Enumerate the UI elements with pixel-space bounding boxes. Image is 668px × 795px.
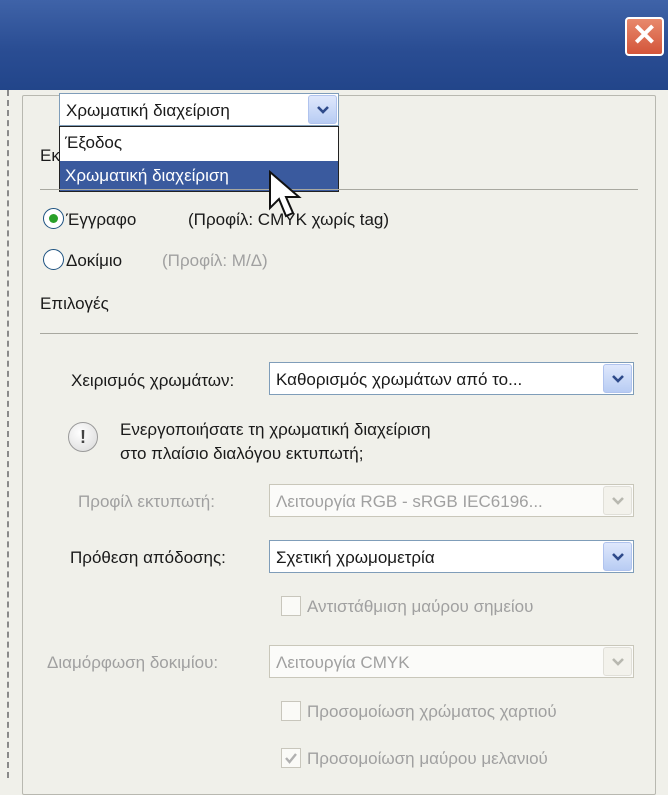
proof-setup-select[interactable]: Λειτουργία CMYK xyxy=(269,645,634,678)
divider xyxy=(40,189,638,190)
source-select[interactable]: Χρωματική διαχείριση xyxy=(59,93,339,126)
mouse-cursor-icon xyxy=(269,170,302,218)
rendering-intent-label: Πρόθεση απόδοσης: xyxy=(70,548,226,567)
black-point-checkbox[interactable] xyxy=(281,596,301,616)
printer-profile-select[interactable]: Λειτουργία RGB - sRGB IEC6196... xyxy=(269,484,634,517)
proof-radio-label[interactable]: Δοκίμιο xyxy=(66,251,122,271)
rendering-intent-select[interactable]: Σχετική χρωμομετρία xyxy=(269,540,634,573)
simulate-ink-checkbox[interactable] xyxy=(281,748,301,768)
dropdown-option-output[interactable]: Έξοδος xyxy=(60,128,338,158)
black-point-label[interactable]: Αντιστάθμιση μαύρου σημείου xyxy=(307,597,533,617)
source-select-value: Χρωματική διαχείριση xyxy=(66,101,230,120)
printer-profile-value: Λειτουργία RGB - sRGB IEC6196... xyxy=(276,492,543,511)
chevron-down-icon xyxy=(603,486,632,515)
color-handling-value: Καθορισμός χρωμάτων από το... xyxy=(276,370,523,389)
checkmark-icon xyxy=(285,753,297,764)
proof-setup-label: Διαμόρφωση δοκιμίου: xyxy=(47,653,219,672)
color-handling-select[interactable]: Καθορισμός χρωμάτων από το... xyxy=(269,362,634,395)
chevron-down-icon[interactable] xyxy=(603,542,632,571)
partial-section-label: Εκ xyxy=(40,146,60,165)
document-radio-label[interactable]: Έγγραφο xyxy=(66,210,136,230)
notice-line-1: Ενεργοποιήσατε τη χρωματική διαχείριση xyxy=(120,420,431,439)
close-icon[interactable]: ✕ xyxy=(625,17,664,56)
chevron-down-icon[interactable] xyxy=(308,95,337,124)
proof-profile-text: (Προφίλ: Μ/Δ) xyxy=(162,251,268,270)
title-bar: ✕ xyxy=(0,0,668,90)
document-radio[interactable] xyxy=(43,208,64,229)
chevron-down-icon xyxy=(603,647,632,676)
proof-radio[interactable] xyxy=(43,249,64,270)
simulate-paper-checkbox[interactable] xyxy=(281,701,301,721)
rendering-intent-value: Σχετική χρωμομετρία xyxy=(276,548,435,567)
options-heading: Επιλογές xyxy=(40,294,109,313)
color-handling-label: Χειρισμός χρωμάτων: xyxy=(71,371,235,390)
chevron-down-icon[interactable] xyxy=(603,364,632,393)
simulate-ink-label[interactable]: Προσομοίωση μαύρου μελανιού xyxy=(307,749,548,769)
info-icon: ! xyxy=(68,422,98,452)
notice-line-2: στο πλαίσιο διαλόγου εκτυπωτή; xyxy=(120,444,364,463)
proof-setup-value: Λειτουργία CMYK xyxy=(276,653,410,672)
simulate-paper-label[interactable]: Προσομοίωση χρώματος χαρτιού xyxy=(307,702,557,722)
divider xyxy=(40,333,638,334)
printer-profile-label: Προφίλ εκτυπωτή: xyxy=(78,492,215,511)
window-left-border xyxy=(7,90,9,778)
